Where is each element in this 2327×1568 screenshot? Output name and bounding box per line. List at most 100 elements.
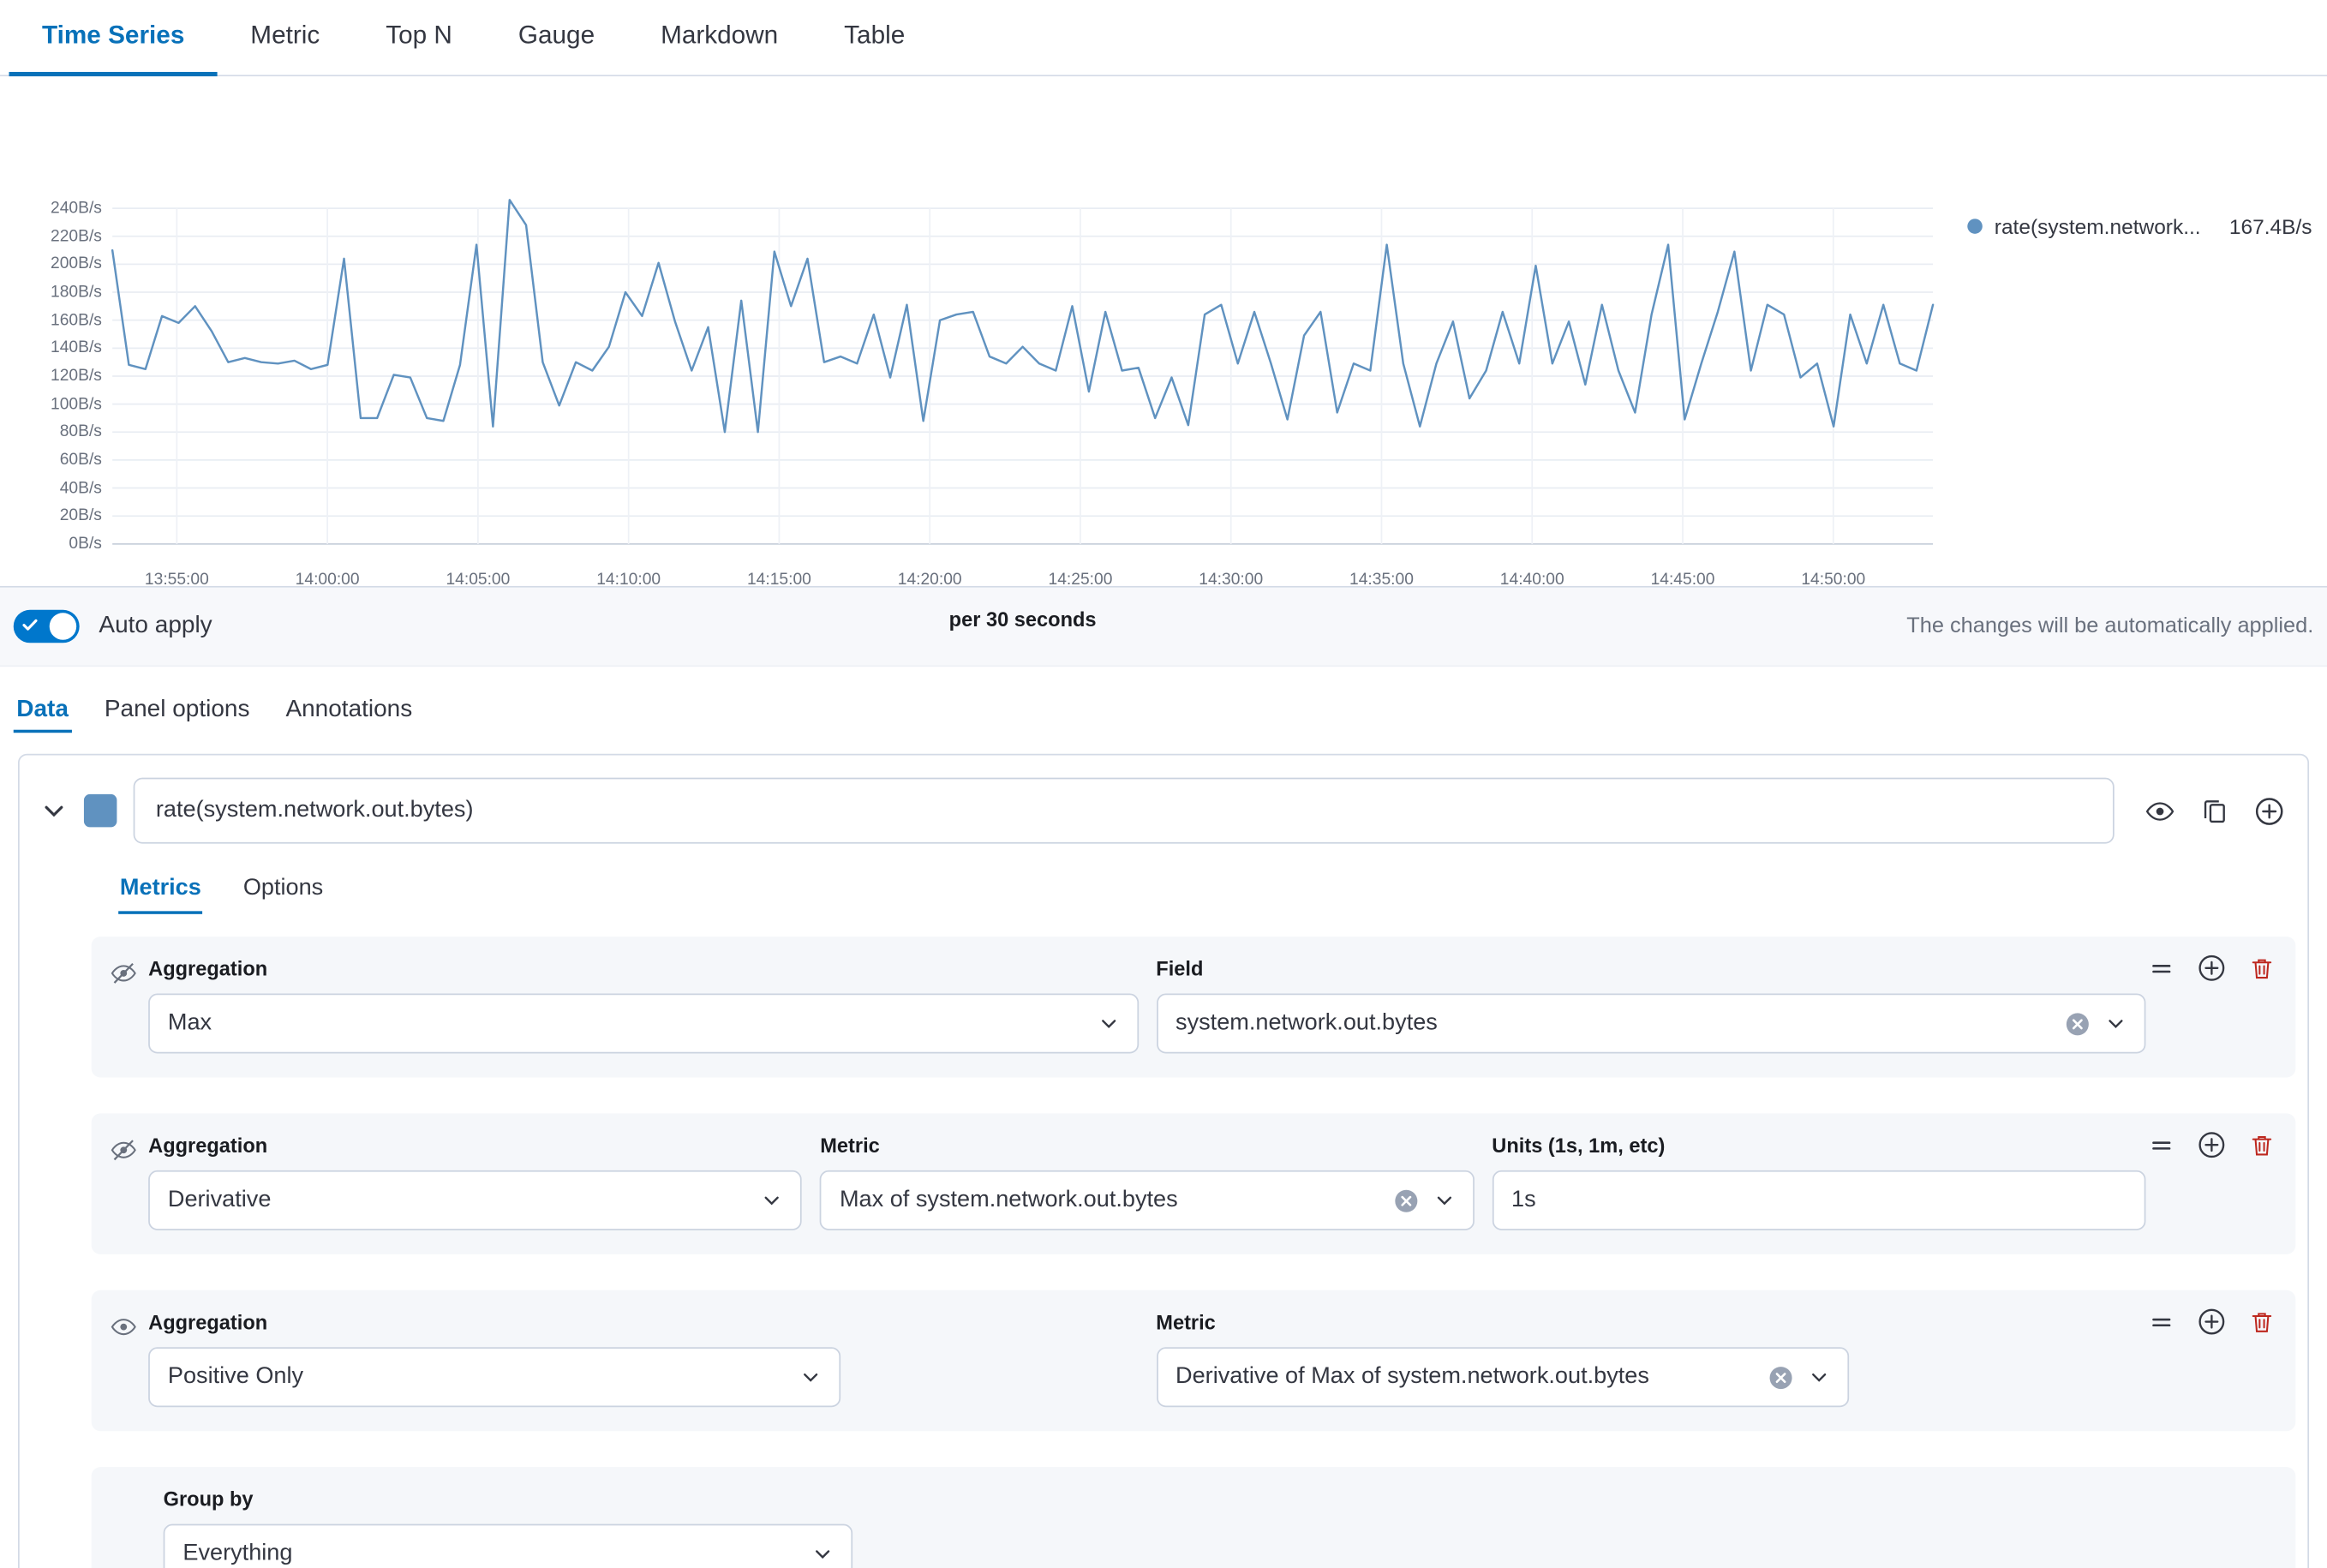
eye-slash-icon bbox=[111, 1137, 136, 1170]
chevron-down-icon bbox=[812, 1543, 833, 1564]
metric-row-actions bbox=[2149, 1308, 2275, 1335]
y-axis-label: 180B/s bbox=[51, 284, 102, 302]
delete-metric-button[interactable] bbox=[2249, 1309, 2275, 1335]
field-label: Aggregation bbox=[148, 1134, 802, 1157]
y-axis-label: 60B/s bbox=[60, 451, 102, 469]
tab-annotations[interactable]: Annotations bbox=[283, 673, 416, 747]
chevron-down-icon bbox=[762, 1190, 782, 1211]
aggregation-select[interactable]: Positive Only bbox=[148, 1347, 841, 1407]
drag-handle-icon[interactable] bbox=[2149, 1309, 2174, 1335]
y-axis-label: 0B/s bbox=[69, 535, 102, 553]
clear-selection-icon[interactable] bbox=[1393, 1188, 1419, 1213]
metric-row: Aggregation Derivative Metric Max of system… bbox=[92, 1113, 2296, 1254]
x-axis-label: 13:55:00 bbox=[145, 571, 209, 589]
tab-markdown[interactable]: Markdown bbox=[628, 0, 811, 75]
auto-apply-toggle[interactable] bbox=[14, 610, 80, 643]
series-tab-metrics[interactable]: Metrics bbox=[118, 863, 202, 913]
series-color-swatch[interactable] bbox=[84, 794, 117, 827]
field-label: Aggregation bbox=[148, 1311, 1138, 1333]
tsvb-editor: Time SeriesMetricTop NGaugeMarkdownTable… bbox=[0, 0, 2327, 1568]
chevron-down-icon bbox=[801, 1367, 822, 1387]
metric-row: Aggregation Positive Only Metric Derivative… bbox=[92, 1290, 2296, 1431]
add-series-icon[interactable] bbox=[2255, 797, 2283, 825]
chevron-down-icon bbox=[2105, 1013, 2126, 1033]
timeseries-chart: 240B/s220B/s200B/s180B/s160B/s140B/s120B… bbox=[0, 76, 2327, 586]
aggregation-select[interactable]: Max bbox=[148, 994, 1138, 1054]
x-axis-label: 14:50:00 bbox=[1801, 571, 1865, 589]
add-metric-button[interactable] bbox=[2198, 1308, 2225, 1335]
series-tabs: Metrics Options bbox=[20, 859, 2308, 919]
y-axis-label: 140B/s bbox=[51, 339, 102, 357]
metric-row-actions bbox=[2149, 955, 2275, 981]
auto-apply-hint: The changes will be automatically applie… bbox=[1906, 614, 2313, 638]
chevron-down-icon bbox=[1433, 1190, 1454, 1211]
metric-combobox[interactable]: Derivative of Max of system.network.out.… bbox=[1156, 1347, 1849, 1407]
tab-panel-options[interactable]: Panel options bbox=[101, 673, 253, 747]
clear-selection-icon[interactable] bbox=[1768, 1364, 1793, 1390]
y-axis-label: 80B/s bbox=[60, 423, 102, 441]
eye-icon[interactable] bbox=[2145, 797, 2174, 825]
series-tab-options[interactable]: Options bbox=[242, 863, 325, 913]
selected-value: Derivative bbox=[168, 1187, 747, 1213]
metric-combobox[interactable]: Max of system.network.out.bytes bbox=[820, 1170, 1474, 1230]
field-label: Units (1s, 1m, etc) bbox=[1492, 1134, 2145, 1157]
metric-rows: AggregationMaxFieldsystem.network.out.by… bbox=[20, 937, 2308, 1431]
group-by-row: Group by Everything bbox=[92, 1467, 2296, 1568]
legend-series-value: 167.4B/s bbox=[2229, 214, 2312, 238]
field-label: Metric bbox=[1156, 1311, 2145, 1333]
tab-data[interactable]: Data bbox=[14, 673, 72, 747]
x-axis-label: 14:15:00 bbox=[747, 571, 811, 589]
chart-interval-label: per 30 seconds bbox=[112, 608, 1933, 631]
selected-value: Max of system.network.out.bytes bbox=[840, 1187, 1378, 1213]
y-axis-label: 40B/s bbox=[60, 479, 102, 497]
field-label: Metric bbox=[820, 1134, 1474, 1157]
drag-handle-icon[interactable] bbox=[2149, 1132, 2174, 1158]
metric-row: AggregationMaxFieldsystem.network.out.by… bbox=[92, 937, 2296, 1077]
add-metric-button[interactable] bbox=[2198, 955, 2225, 981]
chart-plot-area[interactable] bbox=[112, 208, 1933, 544]
collapse-series-icon[interactable] bbox=[40, 797, 67, 823]
delete-metric-button[interactable] bbox=[2249, 1132, 2275, 1158]
chart-legend[interactable]: rate(system.network... 167.4B/s bbox=[1967, 214, 2312, 238]
x-axis-label: 14:30:00 bbox=[1199, 571, 1263, 589]
x-axis-label: 14:35:00 bbox=[1349, 571, 1414, 589]
chart-x-axis: 13:55:0014:00:0014:05:0014:10:0014:15:00… bbox=[112, 571, 1933, 595]
y-axis-label: 220B/s bbox=[51, 227, 102, 245]
metric-row-actions bbox=[2149, 1131, 2275, 1158]
editor-tabs: Data Panel options Annotations bbox=[0, 667, 2327, 753]
tab-top-n[interactable]: Top N bbox=[353, 0, 486, 75]
chart-y-axis: 240B/s220B/s200B/s180B/s160B/s140B/s120B… bbox=[0, 208, 102, 544]
selected-value: Positive Only bbox=[168, 1363, 786, 1390]
drag-handle-icon[interactable] bbox=[2149, 955, 2174, 981]
x-axis-label: 14:10:00 bbox=[596, 571, 661, 589]
aggregation-select[interactable]: Derivative bbox=[148, 1170, 802, 1230]
units-input[interactable] bbox=[1492, 1170, 2145, 1230]
tab-time-series[interactable]: Time Series bbox=[9, 0, 217, 75]
tab-metric[interactable]: Metric bbox=[218, 0, 353, 75]
delete-metric-button[interactable] bbox=[2249, 955, 2275, 981]
clone-series-icon[interactable] bbox=[2201, 797, 2228, 823]
chevron-down-icon bbox=[1098, 1013, 1118, 1033]
eye-slash-icon bbox=[111, 961, 136, 993]
y-axis-label: 240B/s bbox=[51, 200, 102, 218]
tab-table[interactable]: Table bbox=[811, 0, 938, 75]
x-axis-label: 14:05:00 bbox=[446, 571, 510, 589]
x-axis-label: 14:45:00 bbox=[1651, 571, 1715, 589]
legend-series-label: rate(system.network... bbox=[1995, 214, 2201, 238]
series-label-input[interactable] bbox=[134, 778, 2115, 844]
add-metric-button[interactable] bbox=[2198, 1131, 2225, 1158]
selected-value: system.network.out.bytes bbox=[1175, 1010, 2049, 1037]
x-axis-label: 14:40:00 bbox=[1500, 571, 1564, 589]
y-axis-label: 160B/s bbox=[51, 311, 102, 329]
chevron-down-icon bbox=[1809, 1367, 1829, 1387]
y-axis-label: 120B/s bbox=[51, 367, 102, 385]
selected-value: Max bbox=[168, 1010, 1083, 1037]
eye-icon bbox=[111, 1314, 136, 1347]
series-header bbox=[20, 755, 2308, 859]
x-axis-label: 14:25:00 bbox=[1049, 571, 1113, 589]
field-label: Aggregation bbox=[148, 958, 1138, 980]
clear-selection-icon[interactable] bbox=[2065, 1011, 2091, 1037]
tab-gauge[interactable]: Gauge bbox=[485, 0, 627, 75]
group-by-select[interactable]: Everything bbox=[164, 1524, 852, 1568]
field-combobox[interactable]: system.network.out.bytes bbox=[1156, 994, 2145, 1054]
